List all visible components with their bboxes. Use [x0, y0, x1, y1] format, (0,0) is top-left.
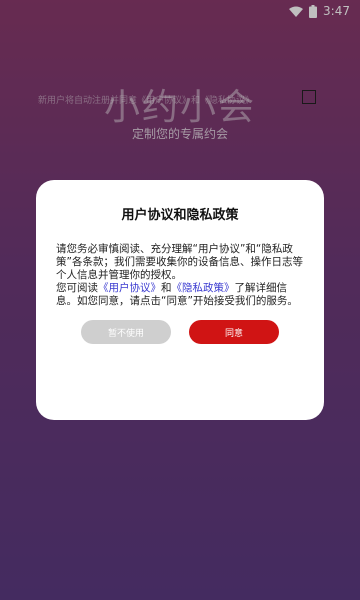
decline-button[interactable]: 暂不使用	[81, 320, 171, 344]
dialog-buttons: 暂不使用 同意	[36, 320, 324, 344]
dialog-paragraph-1: 请您务必审慎阅读、充分理解“用户协议”和“隐私政策”各条款；我们需要收集你的设备…	[56, 243, 303, 281]
para2-prefix: 您可阅读	[56, 282, 98, 294]
privacy-policy-link[interactable]: 《隐私政策》	[172, 282, 235, 294]
accept-button[interactable]: 同意	[189, 320, 279, 344]
user-agreement-link[interactable]: 《用户协议》	[98, 282, 161, 294]
privacy-dialog: 用户协议和隐私政策 请您务必审慎阅读、充分理解“用户协议”和“隐私政策”各条款；…	[36, 180, 324, 420]
dialog-paragraph-2: 您可阅读《用户协议》和《隐私政策》了解详细信息。如您同意，请点击“同意”开始接受…	[56, 282, 304, 308]
dialog-title: 用户协议和隐私政策	[121, 208, 239, 223]
dialog-body: 请您务必审慎阅读、充分理解“用户协议”和“隐私政策”各条款；我们需要收集你的设备…	[56, 243, 304, 308]
para2-and: 和	[161, 282, 172, 294]
